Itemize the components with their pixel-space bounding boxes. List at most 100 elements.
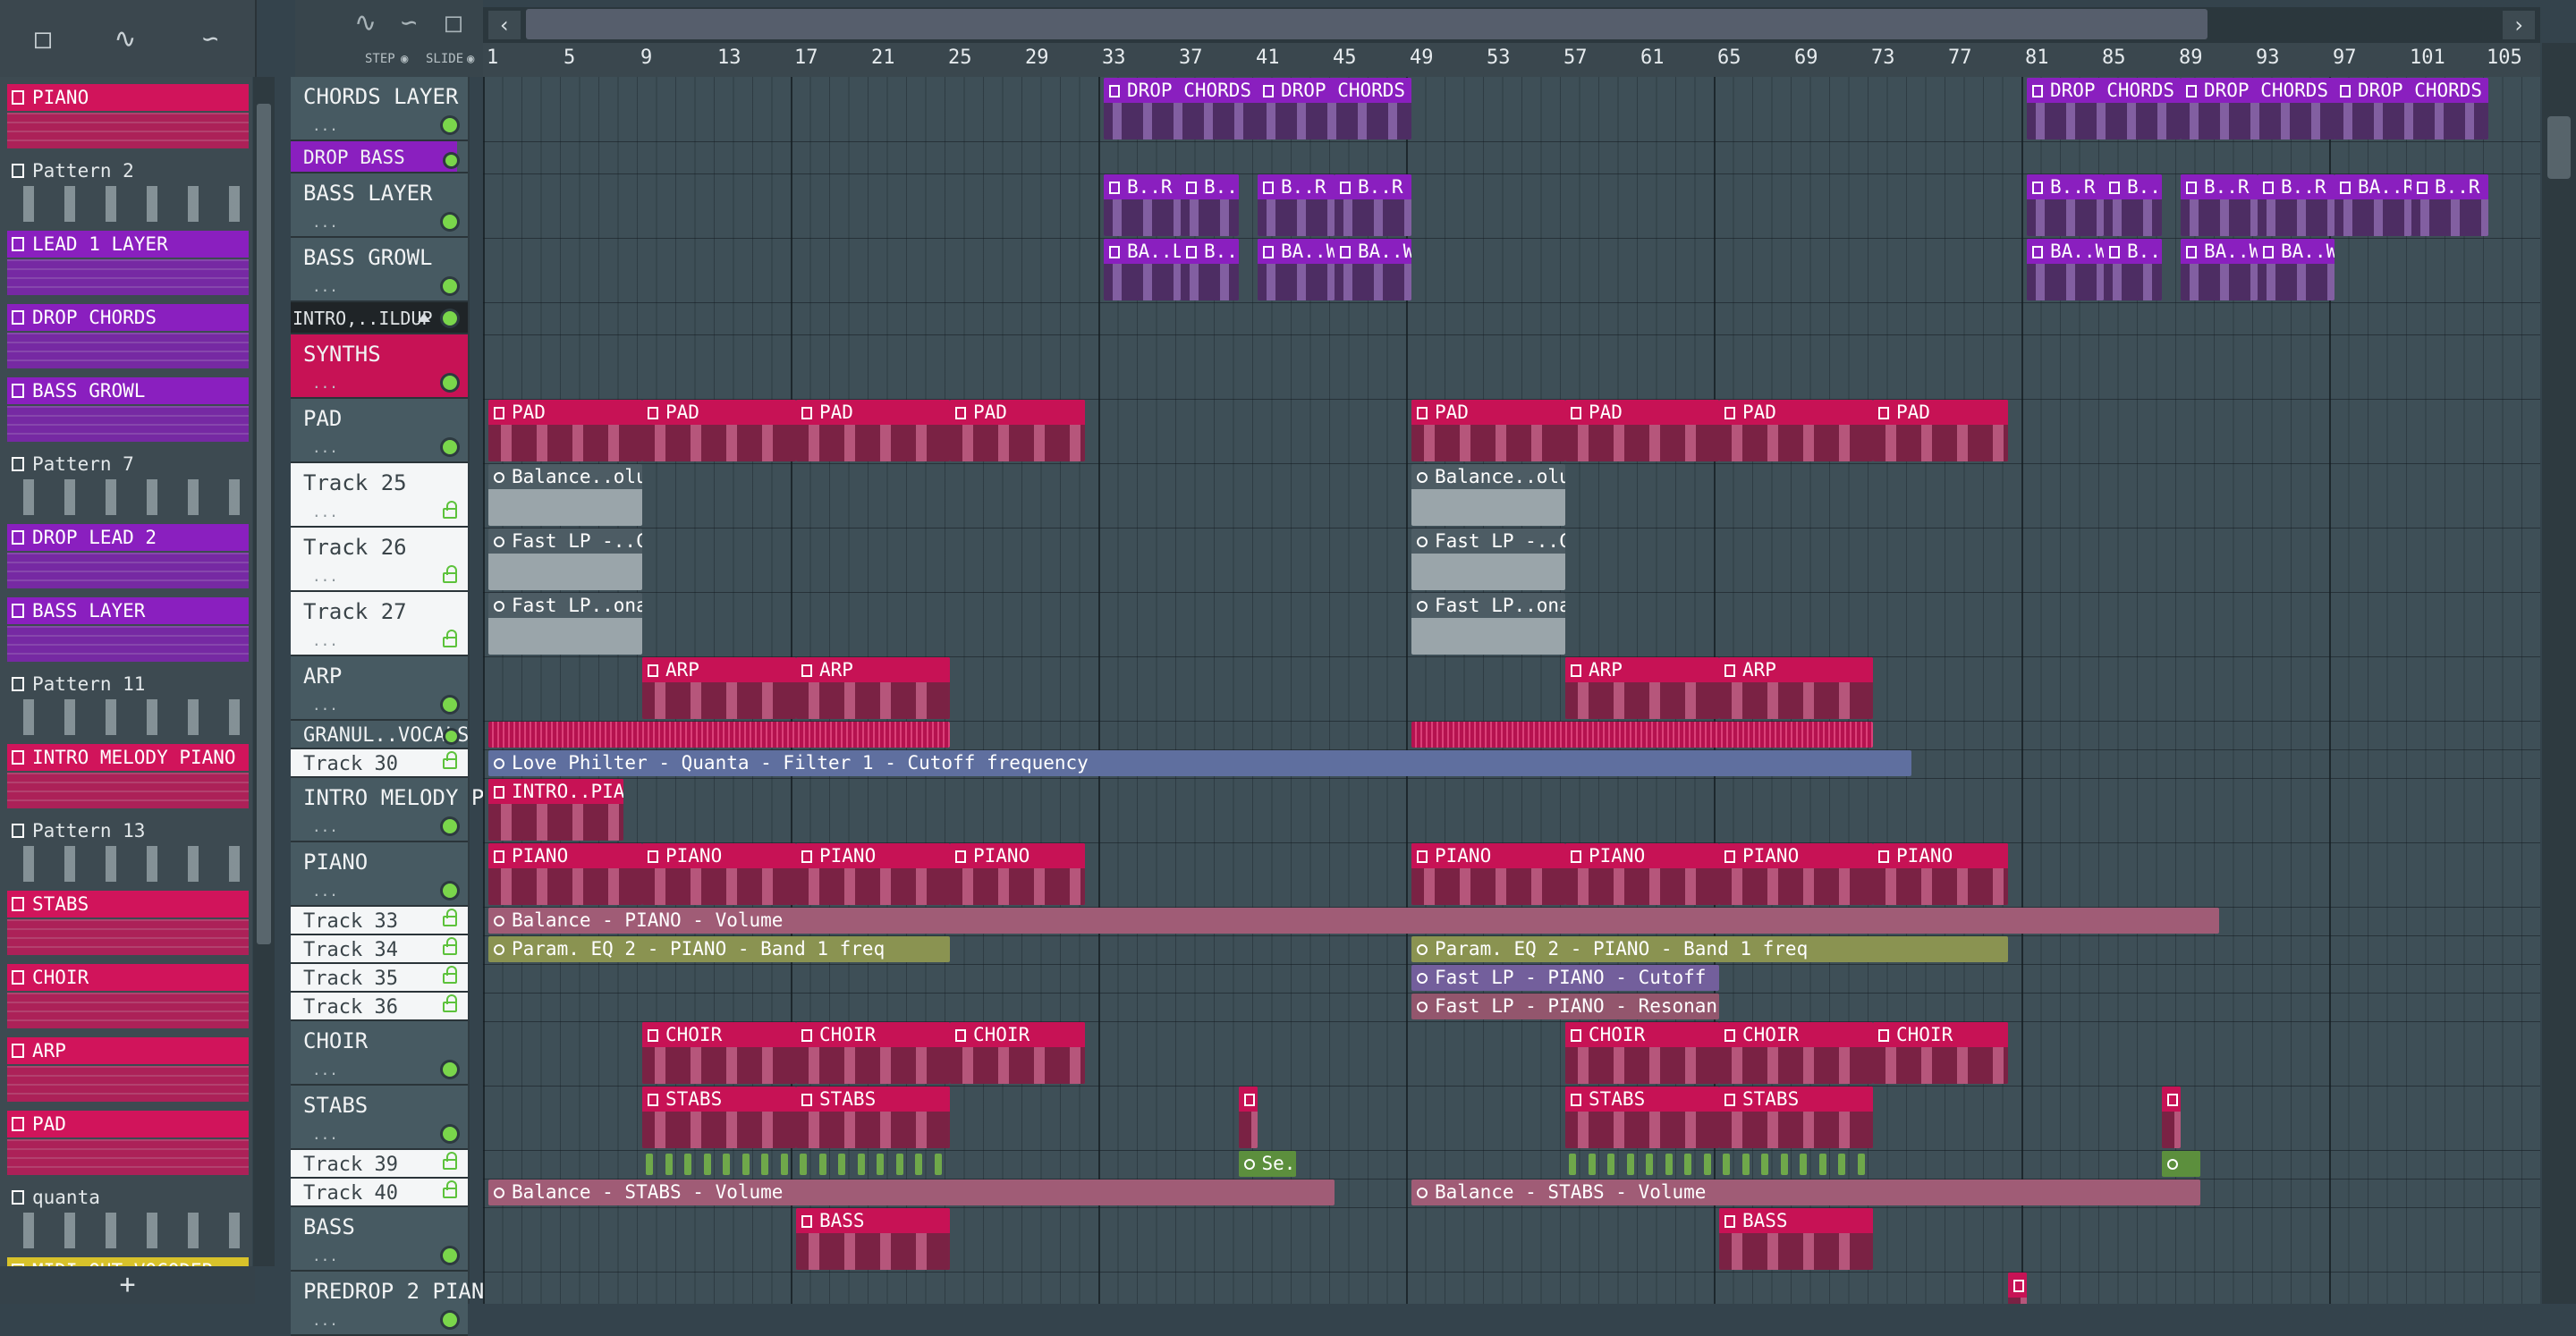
lock-icon[interactable] — [443, 909, 457, 926]
playlist-clip[interactable]: BA..WL — [2258, 239, 2334, 300]
playlist-clip[interactable]: Param. EQ 2 - PIANO - Band 1 freq — [488, 936, 950, 962]
playlist-clip[interactable]: PIANO — [642, 843, 796, 905]
playlist-clip[interactable]: B..R — [2181, 174, 2258, 236]
track-more[interactable]: ... — [312, 1247, 338, 1264]
picker-item[interactable]: ARP — [7, 1032, 249, 1105]
playlist-clip[interactable] — [2161, 1087, 2181, 1148]
playlist-clip[interactable]: BA..WL — [2027, 239, 2104, 300]
track-header[interactable]: Track 27... — [291, 592, 468, 656]
track-header[interactable]: INTRO MELODY P..... — [291, 778, 510, 842]
picker-item[interactable]: MIDI OUT VOCODER — [7, 1252, 249, 1266]
track-more[interactable]: ... — [312, 697, 338, 714]
playlist-clip[interactable]: B..L — [1181, 239, 1239, 300]
piano-icon[interactable]: □ — [445, 7, 462, 38]
track-more[interactable]: ... — [312, 883, 338, 900]
waveform-icon[interactable]: ∿ — [354, 7, 377, 38]
playlist-clip[interactable]: ARP — [1565, 657, 1719, 719]
playlist-clip[interactable]: DROP CHORDS — [2181, 78, 2354, 140]
picker-item[interactable]: Pattern 13 — [7, 812, 249, 885]
playlist-clip[interactable]: Se..f — [1238, 1151, 1296, 1177]
track-more[interactable]: ... — [312, 632, 338, 649]
track-header[interactable]: GRANUL..VOCALS — [291, 721, 469, 749]
playlist-clip[interactable]: Balance - STABS - Volume — [488, 1180, 1335, 1205]
track-header[interactable]: Track 33 — [291, 907, 468, 935]
lock-icon[interactable] — [443, 751, 457, 769]
track-more[interactable]: ... — [312, 503, 338, 520]
track-more[interactable]: ... — [312, 278, 338, 295]
picker-item[interactable]: DROP CHORDS — [7, 299, 249, 372]
playlist-clip[interactable] — [488, 722, 950, 748]
playlist-clip[interactable]: PAD — [796, 400, 950, 461]
playlist-clip[interactable]: ARP — [796, 657, 950, 719]
playlist-clip[interactable]: INTRO..PIANO — [488, 779, 623, 841]
track-enable-led[interactable] — [443, 1248, 457, 1263]
track-enable-led[interactable] — [443, 884, 457, 898]
picker-item[interactable]: Pattern 7 — [7, 445, 249, 519]
playlist-clip[interactable] — [1238, 1087, 1258, 1148]
playlist-clip[interactable]: Love Philter - Quanta - Filter 1 - Cutof… — [488, 750, 1911, 776]
step-toggle-icon[interactable]: ◉ — [401, 52, 408, 66]
track-header[interactable]: CHORDS LAYER... — [291, 77, 468, 141]
picker-item[interactable]: INTRO MELODY PIANO — [7, 739, 249, 812]
track-header[interactable]: Track 36 — [291, 993, 468, 1021]
playlist-clip[interactable]: Balance..olume — [1411, 464, 1565, 526]
track-more[interactable]: ... — [312, 439, 338, 456]
track-more[interactable]: ... — [312, 214, 338, 231]
playlist-clip[interactable]: Balance - PIANO - Volume — [488, 908, 2219, 934]
track-header[interactable]: STABS... — [291, 1086, 468, 1150]
track-enable-led[interactable] — [443, 215, 457, 229]
picker-item[interactable]: BASS LAYER — [7, 592, 249, 665]
picker-item[interactable]: PAD — [7, 1105, 249, 1179]
slide-label[interactable]: SLIDE — [426, 52, 463, 66]
time-ruler[interactable]: 1 5 9 13 17 21 25 29 33 37 41 45 49 53 57 61 65 69 73 77 81 8… — [483, 43, 2540, 79]
picker-item[interactable]: DROP LEAD 2 — [7, 519, 249, 592]
playlist-clip[interactable]: Balance - STABS - Volume — [1411, 1180, 2200, 1205]
playlist-clip[interactable] — [2007, 1273, 2027, 1304]
playlist-clip[interactable]: B..R — [1335, 174, 1411, 236]
playlist-clip[interactable]: DROP CHORDS — [1104, 78, 1277, 140]
automation-tab-icon[interactable]: ∽ — [183, 20, 237, 59]
track-header[interactable]: PIANO... — [291, 842, 468, 907]
step-label[interactable]: STEP — [365, 52, 395, 66]
playlist-clip[interactable]: ARP — [642, 657, 796, 719]
track-enable-led[interactable] — [443, 698, 457, 712]
playlist-clip[interactable]: ARP — [1719, 657, 1873, 719]
track-header[interactable]: BASS GROWL... — [291, 238, 468, 302]
lock-icon[interactable] — [443, 630, 457, 647]
track-more[interactable]: ... — [312, 117, 338, 134]
track-enable-led[interactable] — [443, 376, 457, 390]
playlist-grid[interactable]: DROP CHORDS DROP CHORDS DROP CHORDS DROP CH… — [483, 77, 2540, 1304]
picker-item[interactable]: STABS — [7, 885, 249, 959]
track-enable-led[interactable] — [443, 118, 457, 132]
playlist-clip[interactable]: CHOIR — [950, 1022, 1085, 1084]
playlist-clip[interactable]: STABS — [1719, 1087, 1873, 1148]
picker-item[interactable]: LEAD 1 LAYER — [7, 225, 249, 299]
vertical-scroll-thumb[interactable] — [2547, 116, 2571, 179]
picker-scrollbar[interactable] — [253, 77, 275, 1266]
playlist-clip[interactable]: STABS — [1565, 1087, 1719, 1148]
playlist-clip[interactable]: PIANO — [488, 843, 642, 905]
playlist-clip[interactable]: DROP CHORDS — [2334, 78, 2488, 140]
playlist-clip[interactable]: PAD — [950, 400, 1085, 461]
playlist-clip[interactable]: PAD — [488, 400, 642, 461]
lock-icon[interactable] — [443, 1152, 457, 1170]
playlist-clip[interactable]: B..R — [2411, 174, 2488, 236]
piano-roll-tab-icon[interactable]: □ — [16, 20, 70, 59]
playlist-clip[interactable]: BA..L — [1104, 239, 1181, 300]
picker-item[interactable]: CHOIR — [7, 959, 249, 1032]
track-header[interactable]: BASS... — [291, 1207, 468, 1272]
playlist-clip[interactable]: B.. — [2104, 174, 2162, 236]
track-enable-led[interactable] — [443, 819, 457, 833]
scroll-right-icon[interactable]: › — [2503, 11, 2535, 39]
track-header[interactable]: Track 35 — [291, 964, 468, 993]
playlist-clip[interactable]: PIANO — [1411, 843, 1565, 905]
playlist-clip[interactable]: Fast LP - PIANO - Cutoff — [1411, 965, 1719, 991]
automation-icon[interactable]: ∽ — [401, 7, 417, 38]
track-enable-led[interactable] — [443, 1313, 457, 1327]
playlist-clip[interactable]: B.. — [1181, 174, 1239, 236]
track-more[interactable]: ... — [312, 1061, 338, 1078]
playlist-clip[interactable]: CHOIR — [1565, 1022, 1719, 1084]
slide-toggle-icon[interactable]: ◉ — [467, 52, 474, 66]
audio-tab-icon[interactable]: ∿ — [98, 20, 152, 59]
track-header[interactable]: DROP BASS — [291, 141, 468, 173]
